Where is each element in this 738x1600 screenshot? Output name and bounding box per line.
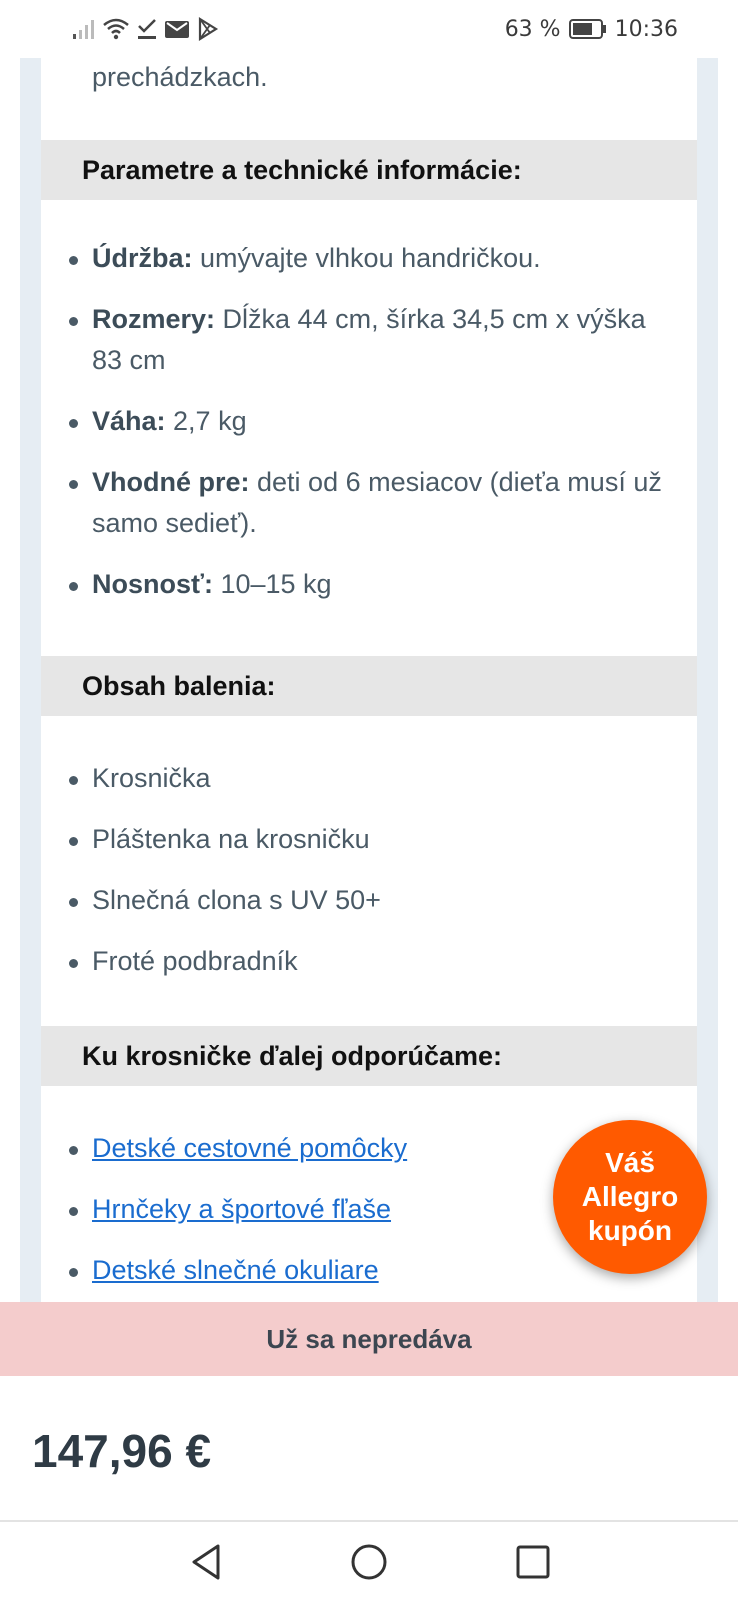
item-label: Údržba:	[92, 243, 193, 273]
status-right: 63 % 10:36	[505, 14, 678, 44]
not-for-sale-banner: Už sa nepredáva	[0, 1302, 738, 1376]
list-item: Slnečná clona s UV 50+	[41, 880, 697, 921]
coupon-line-1: Váš	[605, 1147, 655, 1178]
list-item: Nosnosť: 10–15 kg	[41, 564, 697, 605]
item-label: Nosnosť:	[92, 569, 213, 599]
section-header-parameters: Parametre a technické informácie:	[41, 140, 697, 200]
navigation-bar	[0, 1520, 738, 1600]
intro-text: prechádzkach.	[92, 62, 268, 92]
recents-button[interactable]	[511, 1540, 555, 1584]
list-item: Vhodné pre: deti od 6 mesiacov (dieťa mu…	[41, 462, 697, 544]
item-value: 10–15 kg	[212, 569, 332, 599]
list-item: Froté podbradník	[41, 941, 697, 982]
section-header-recommend: Ku krosničke ďalej odporúčame:	[41, 1026, 697, 1086]
item-value: umývajte vlhkou handričkou.	[192, 243, 541, 273]
list-item: Rozmery: Dĺžka 44 cm, šírka 34,5 cm x vý…	[41, 299, 697, 381]
item-label: Rozmery:	[92, 304, 216, 334]
play-store-icon	[198, 17, 219, 41]
home-button[interactable]	[347, 1540, 391, 1584]
back-button[interactable]	[184, 1540, 228, 1584]
allegro-coupon-button[interactable]: Váš Allegro kupón	[553, 1120, 707, 1274]
list-item: Krosnička	[41, 758, 697, 799]
item-value: 2,7 kg	[165, 406, 247, 436]
recents-icon	[516, 1545, 550, 1579]
package-list: Krosnička Pláštenka na krosničku Slnečná…	[41, 758, 697, 1002]
coupon-line-2: Allegro	[581, 1181, 679, 1212]
recommend-link[interactable]: Detské cestovné pomôcky	[92, 1133, 407, 1163]
list-item: Údržba: umývajte vlhkou handričkou.	[41, 238, 697, 279]
status-bar: 63 % 10:36	[0, 0, 738, 58]
back-icon	[192, 1544, 220, 1580]
price: 147,96 €	[32, 1425, 212, 1477]
check-download-icon	[138, 19, 156, 39]
coupon-line-3: kupón	[588, 1215, 672, 1246]
parameters-list: Údržba: umývajte vlhkou handričkou. Rozm…	[41, 238, 697, 625]
home-icon	[351, 1544, 387, 1580]
item-label: Vhodné pre:	[92, 467, 250, 497]
clock: 10:36	[614, 16, 678, 42]
mail-icon	[165, 21, 189, 38]
list-item: Pláštenka na krosničku	[41, 819, 697, 860]
battery-percent: 63 %	[504, 16, 561, 42]
wifi-icon	[103, 18, 129, 40]
status-icons	[72, 14, 220, 44]
recommend-link[interactable]: Detské slnečné okuliare	[92, 1255, 379, 1285]
price-area: 147,96 €	[0, 1376, 738, 1520]
recommend-link[interactable]: Hrnčeky a športové fľaše	[92, 1194, 391, 1224]
list-item: Váha: 2,7 kg	[41, 401, 697, 442]
section-header-package: Obsah balenia:	[41, 656, 697, 716]
signal-icon	[73, 20, 94, 39]
item-label: Váha:	[92, 406, 166, 436]
battery-icon	[568, 19, 607, 39]
